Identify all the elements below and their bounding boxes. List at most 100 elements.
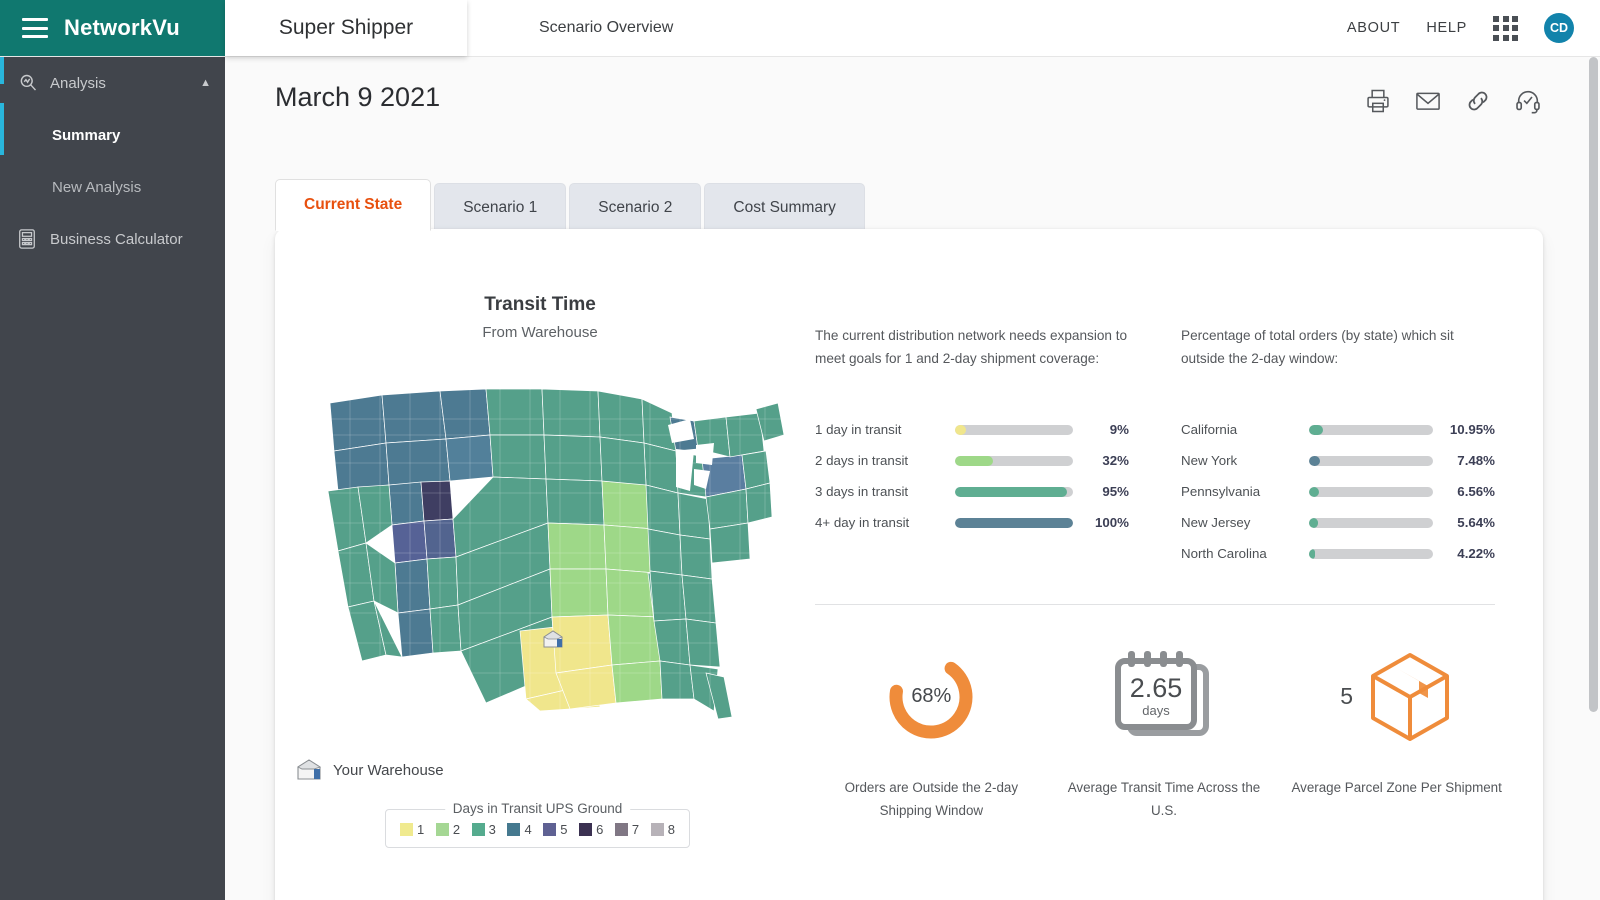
top-bar: NetworkVu Super Shipper Scenario Overvie… xyxy=(0,0,1600,57)
top-right-controls: ABOUT HELP CD xyxy=(1347,0,1600,56)
brand-name: NetworkVu xyxy=(64,15,180,41)
bar-label: New York xyxy=(1181,453,1309,468)
legend-label: 5 xyxy=(560,822,567,837)
bar-track xyxy=(955,518,1073,528)
panel-divider xyxy=(815,604,1495,605)
kpi-art: 2.65 days xyxy=(1056,639,1271,754)
map-subtitle: From Warehouse xyxy=(275,324,805,341)
transit-coverage-column: The current distribution network needs e… xyxy=(815,324,1129,569)
grid-apps-icon[interactable] xyxy=(1493,16,1518,41)
page-actions xyxy=(1364,87,1542,115)
bar-value: 32% xyxy=(1073,453,1129,468)
sidebar-item-new-analysis[interactable]: New Analysis xyxy=(0,161,225,213)
tab-label: Current State xyxy=(304,196,402,214)
tab-scenario-2[interactable]: Scenario 2 xyxy=(569,183,701,231)
avatar[interactable]: CD xyxy=(1544,13,1574,43)
email-icon[interactable] xyxy=(1414,87,1442,115)
bar-label: California xyxy=(1181,422,1309,437)
legend-item: 3 xyxy=(472,822,496,837)
app-title-card[interactable]: Super Shipper xyxy=(225,0,467,56)
bar-value: 10.95% xyxy=(1433,422,1495,437)
bar-row: 3 days in transit 95% xyxy=(815,476,1129,507)
bar-fill xyxy=(1309,549,1315,559)
legend-label: 8 xyxy=(668,822,675,837)
legend-swatch xyxy=(651,823,664,836)
legend-item: 2 xyxy=(436,822,460,837)
analysis-magnifier-icon xyxy=(18,73,44,93)
sidebar-section-analysis[interactable]: Analysis ▲ xyxy=(0,57,225,109)
bar-label: 3 days in transit xyxy=(815,484,955,499)
legend-swatch xyxy=(543,823,556,836)
about-link[interactable]: ABOUT xyxy=(1347,20,1400,36)
help-link[interactable]: HELP xyxy=(1426,20,1467,36)
bar-label: 4+ day in transit xyxy=(815,515,955,530)
bar-fill xyxy=(955,487,1067,497)
bar-value: 5.64% xyxy=(1433,515,1495,530)
kpi-row: 68% Orders are Outside the 2-day Shippin… xyxy=(815,639,1513,823)
bar-label: 2 days in transit xyxy=(815,453,955,468)
bar-label: New Jersey xyxy=(1181,515,1309,530)
page-title: March 9 2021 xyxy=(275,82,440,113)
tab-cost-summary[interactable]: Cost Summary xyxy=(704,183,865,231)
sidebar-accent-bar xyxy=(0,57,4,84)
bar-fill xyxy=(1309,518,1318,528)
dashboard-card: Transit Time From Warehouse xyxy=(275,229,1543,900)
legend-item: 8 xyxy=(651,822,675,837)
tab-current-state[interactable]: Current State xyxy=(275,179,431,231)
bar-fill xyxy=(955,456,993,466)
legend-swatch xyxy=(507,823,520,836)
bar-row: 2 days in transit 32% xyxy=(815,445,1129,476)
sidebar-item-summary[interactable]: Summary xyxy=(0,109,225,161)
brand-area: NetworkVu xyxy=(0,0,225,56)
kpi-value: 5 xyxy=(1340,683,1353,710)
kpi-caption: Average Transit Time Across the U.S. xyxy=(1056,776,1271,823)
map-legend: Days in Transit UPS Ground 1 2 3 xyxy=(385,809,690,848)
transit-time-choropleth-map[interactable] xyxy=(290,373,790,723)
state-percentage-column: Percentage of total orders (by state) wh… xyxy=(1181,324,1495,569)
donut-gauge-icon: 68% xyxy=(884,650,978,744)
kpi-caption: Orders are Outside the 2-day Shipping Wi… xyxy=(824,776,1039,823)
main-content: March 9 2021 xyxy=(225,57,1600,900)
kpi-art: 68% xyxy=(824,639,1039,754)
warehouse-legend: Your Warehouse xyxy=(297,759,444,781)
sidebar-item-label: New Analysis xyxy=(52,179,141,196)
warehouse-legend-label: Your Warehouse xyxy=(333,762,444,779)
bar-fill xyxy=(955,425,966,435)
link-icon[interactable] xyxy=(1464,87,1492,115)
tab-label: Scenario 1 xyxy=(463,199,537,217)
print-icon[interactable] xyxy=(1364,87,1392,115)
bar-value: 4.22% xyxy=(1433,546,1495,561)
calculator-icon xyxy=(18,229,44,249)
scrollbar-thumb[interactable] xyxy=(1589,57,1598,712)
sidebar: Analysis ▲ Summary New Analysis Business… xyxy=(0,57,225,900)
kpi-caption: Average Parcel Zone Per Shipment xyxy=(1289,776,1504,799)
map-title: Transit Time xyxy=(275,294,805,316)
bar-row: 1 day in transit 9% xyxy=(815,414,1129,445)
bar-track xyxy=(1309,549,1433,559)
tab-scenario-1[interactable]: Scenario 1 xyxy=(434,183,566,231)
support-headset-icon[interactable] xyxy=(1514,87,1542,115)
legend-item: 1 xyxy=(400,822,424,837)
state-percentage-bars: California 10.95% New York xyxy=(1181,414,1495,569)
parcel-box-icon xyxy=(1367,649,1453,745)
bar-row: New York 7.48% xyxy=(1181,445,1495,476)
legend-label: 7 xyxy=(632,822,639,837)
tab-label: Scenario 2 xyxy=(598,199,672,217)
hamburger-icon[interactable] xyxy=(22,18,48,38)
legend-swatch xyxy=(400,823,413,836)
bar-value: 6.56% xyxy=(1433,484,1495,499)
legend-swatch xyxy=(472,823,485,836)
legend-label: 4 xyxy=(524,822,531,837)
breadcrumb-label: Scenario Overview xyxy=(539,19,673,37)
chevron-up-icon[interactable]: ▲ xyxy=(200,77,211,89)
vertical-scrollbar[interactable] xyxy=(1589,57,1598,900)
bar-row: Pennsylvania 6.56% xyxy=(1181,476,1495,507)
bar-label: Pennsylvania xyxy=(1181,484,1309,499)
kpi-value: 68% xyxy=(884,650,978,744)
app-title: Super Shipper xyxy=(279,16,413,40)
kpi-average-transit-time: 2.65 days Average Transit Time Across th… xyxy=(1056,639,1271,823)
bar-value: 9% xyxy=(1073,422,1129,437)
bar-track xyxy=(1309,456,1433,466)
sidebar-item-business-calculator[interactable]: Business Calculator xyxy=(0,213,225,265)
sidebar-section-label: Analysis xyxy=(44,75,200,92)
